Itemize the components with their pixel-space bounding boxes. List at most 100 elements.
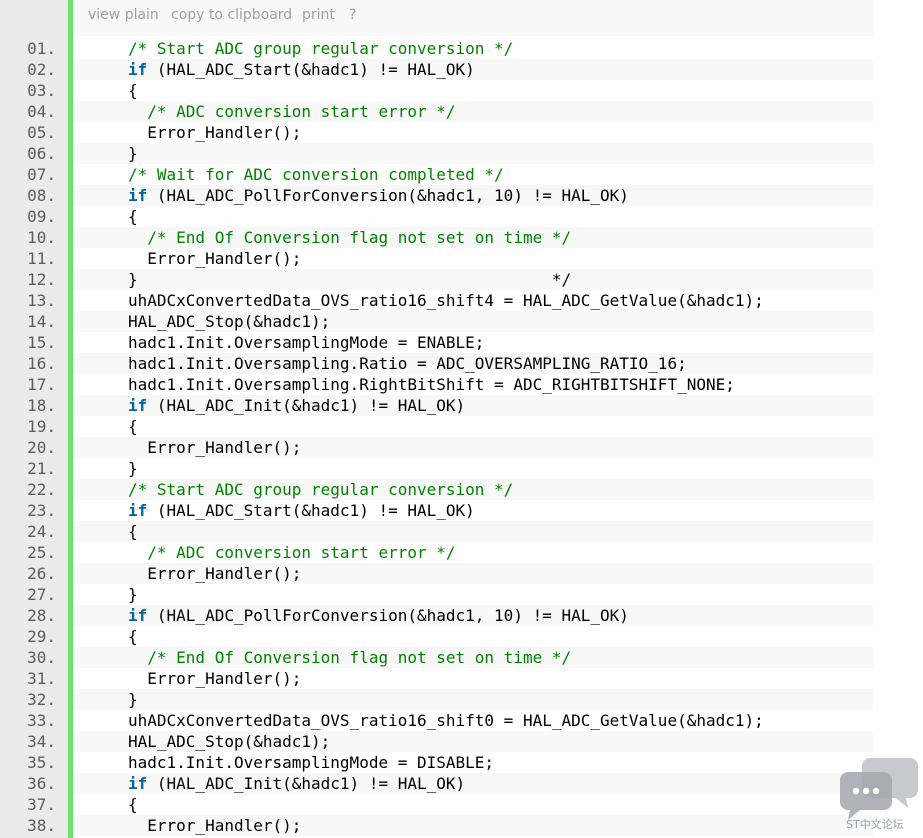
code-line: 04. /* ADC conversion start error */	[0, 101, 923, 122]
code-token: hadc1.Init.OversamplingMode = ENABLE;	[128, 333, 485, 352]
code-text: if (HAL_ADC_Init(&hadc1) != HAL_OK)	[128, 395, 465, 416]
line-number: 04.	[27, 102, 56, 121]
code-text: HAL_ADC_Stop(&hadc1);	[128, 311, 330, 332]
line-number: 11.	[27, 249, 56, 268]
line-number: 20.	[27, 438, 56, 457]
code-text: {	[128, 416, 138, 437]
line-number: 01.	[27, 39, 56, 58]
code-token: {	[128, 795, 138, 814]
line-number: 29.	[27, 627, 56, 646]
code-token: {	[128, 627, 138, 646]
line-number: 10.	[27, 228, 56, 247]
code-token: Error_Handler();	[128, 669, 302, 688]
code-line: 31. Error_Handler();	[0, 668, 923, 689]
code-line: 07. /* Wait for ADC conversion completed …	[0, 164, 923, 185]
line-number: 38.	[27, 816, 56, 835]
line-number: 12.	[27, 270, 56, 289]
code-line: 13. uhADCxConvertedData_OVS_ratio16_shift…	[0, 290, 923, 311]
code-text: {	[128, 206, 138, 227]
line-number: 25.	[27, 543, 56, 562]
code-text: }	[128, 584, 138, 605]
code-token: } */	[128, 270, 572, 289]
code-text: hadc1.Init.Oversampling.Ratio = ADC_OVER…	[128, 353, 687, 374]
code-keyword: if	[128, 606, 148, 625]
code-keyword: if	[128, 186, 148, 205]
code-line-background	[73, 794, 873, 815]
code-line: 17. hadc1.Init.Oversampling.RightBitShift…	[0, 374, 923, 395]
code-token: (HAL_ADC_Init(&hadc1) != HAL_OK)	[147, 396, 466, 415]
code-token: }	[128, 690, 138, 709]
code-text: /* Wait for ADC conversion completed */	[128, 164, 504, 185]
view-plain-link[interactable]: view plain	[88, 7, 159, 23]
code-comment: /* Wait for ADC conversion completed */	[128, 165, 504, 184]
code-line-background	[73, 143, 873, 164]
code-line-background	[73, 416, 873, 437]
code-text: if (HAL_ADC_PollForConversion(&hadc1, 10…	[128, 605, 629, 626]
code-text: hadc1.Init.Oversampling.RightBitShift = …	[128, 374, 735, 395]
print-link[interactable]: print	[302, 7, 335, 23]
code-line: 01. /* Start ADC group regular conversion…	[0, 38, 923, 59]
code-token: (HAL_ADC_Start(&hadc1) != HAL_OK)	[147, 60, 475, 79]
code-line: 06.}	[0, 143, 923, 164]
code-text: hadc1.Init.OversamplingMode = ENABLE;	[128, 332, 484, 353]
code-line: 27.}	[0, 584, 923, 605]
line-number: 32.	[27, 690, 56, 709]
code-line: 35. hadc1.Init.OversamplingMode = DISABLE…	[0, 752, 923, 773]
code-text: uhADCxConvertedData_OVS_ratio16_shift0 =…	[128, 710, 764, 731]
code-text: {	[128, 80, 138, 101]
code-text: }	[128, 689, 138, 710]
code-token: Error_Handler();	[128, 564, 302, 583]
line-number: 24.	[27, 522, 56, 541]
code-line: 10. /* End Of Conversion flag not set on…	[0, 227, 923, 248]
code-text: if (HAL_ADC_Start(&hadc1) != HAL_OK)	[128, 59, 475, 80]
line-number: 27.	[27, 585, 56, 604]
line-number: 14.	[27, 312, 56, 331]
code-token: hadc1.Init.OversamplingMode = DISABLE;	[128, 753, 495, 772]
code-line: 30. /* End Of Conversion flag not set on…	[0, 647, 923, 668]
code-line: 08. if (HAL_ADC_PollForConversion(&hadc1,…	[0, 185, 923, 206]
code-token: }	[128, 585, 138, 604]
code-line: 22. /* Start ADC group regular conversion…	[0, 479, 923, 500]
line-number: 03.	[27, 81, 56, 100]
code-line: 16. hadc1.Init.Oversampling.Ratio = ADC_O…	[0, 353, 923, 374]
code-line: 37. {	[0, 794, 923, 815]
code-line: 36. if (HAL_ADC_Init(&hadc1) != HAL_OK)	[0, 773, 923, 794]
line-number: 15.	[27, 333, 56, 352]
code-line: 33. uhADCxConvertedData_OVS_ratio16_shift…	[0, 710, 923, 731]
help-link[interactable]: ?	[349, 7, 356, 23]
code-line: 34. HAL_ADC_Stop(&hadc1);	[0, 731, 923, 752]
code-token: hadc1.Init.Oversampling.RightBitShift = …	[128, 375, 735, 394]
line-number: 05.	[27, 123, 56, 142]
code-line: 32.}	[0, 689, 923, 710]
code-token: Error_Handler();	[128, 249, 302, 268]
watermark-label: ST中文论坛	[846, 818, 904, 831]
line-number: 34.	[27, 732, 56, 751]
code-line: 14. HAL_ADC_Stop(&hadc1);	[0, 311, 923, 332]
code-text: /* End Of Conversion flag not set on tim…	[128, 227, 571, 248]
copy-to-clipboard-link[interactable]: copy to clipboard	[171, 7, 292, 23]
code-line: 18. if (HAL_ADC_Init(&hadc1) != HAL_OK)	[0, 395, 923, 416]
line-number: 28.	[27, 606, 56, 625]
line-number: 37.	[27, 795, 56, 814]
code-line: 03. {	[0, 80, 923, 101]
code-line: 12. } */	[0, 269, 923, 290]
line-number: 21.	[27, 459, 56, 478]
code-line: 11. Error_Handler();	[0, 248, 923, 269]
line-number: 31.	[27, 669, 56, 688]
code-text: if (HAL_ADC_Start(&hadc1) != HAL_OK)	[128, 500, 475, 521]
code-token: uhADCxConvertedData_OVS_ratio16_shift4 =…	[128, 291, 764, 310]
line-number: 06.	[27, 144, 56, 163]
code-keyword: if	[128, 501, 148, 520]
code-line: 24. {	[0, 521, 923, 542]
line-number: 07.	[27, 165, 56, 184]
line-number: 09.	[27, 207, 56, 226]
code-token: hadc1.Init.Oversampling.Ratio = ADC_OVER…	[128, 354, 687, 373]
code-line: 26. Error_Handler();	[0, 563, 923, 584]
line-number: 19.	[27, 417, 56, 436]
code-comment: /* Start ADC group regular conversion */	[128, 39, 514, 58]
code-toolbar: view plain copy to clipboard print ?	[73, 0, 873, 36]
code-text: Error_Handler();	[128, 668, 301, 689]
code-token: Error_Handler();	[128, 123, 302, 142]
